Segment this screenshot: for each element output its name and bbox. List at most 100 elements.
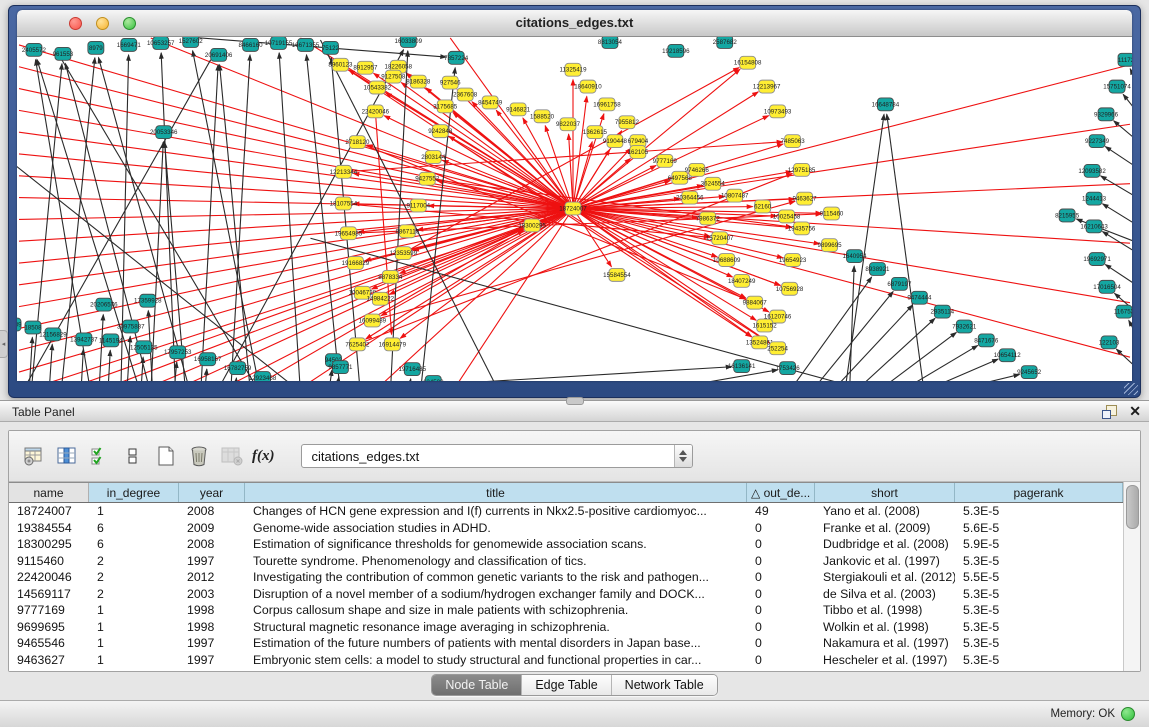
- window-resize-grip[interactable]: [1124, 383, 1138, 395]
- table-cell[interactable]: Genome-wide association studies in ADHD.: [245, 520, 747, 537]
- graph-node[interactable]: 15751074: [1103, 80, 1131, 93]
- table-cell[interactable]: 0: [747, 520, 815, 537]
- table-cell[interactable]: 5.6E-5: [955, 520, 1123, 537]
- graph-node[interactable]: 1753426: [776, 362, 801, 375]
- graph-edge[interactable]: [353, 173, 573, 208]
- graph-edge[interactable]: [279, 53, 300, 381]
- graph-node[interactable]: 2803144: [421, 151, 446, 164]
- graph-edge[interactable]: [408, 379, 410, 381]
- table-row[interactable]: 977716911998Corpus callosum shape and si…: [9, 602, 1123, 619]
- table-cell[interactable]: 9463627: [9, 652, 89, 669]
- graph-node[interactable]: 16961758: [593, 98, 621, 111]
- graph-node[interactable]: 16648784: [872, 98, 900, 111]
- graph-node[interactable]: 9227349: [1085, 135, 1110, 148]
- graph-node[interactable]: 116753: [1114, 305, 1132, 318]
- graph-node[interactable]: 7857224: [444, 51, 469, 64]
- graph-node[interactable]: 8979: [88, 41, 104, 54]
- graph-edge[interactable]: [896, 345, 977, 381]
- table-cell[interactable]: Changes of HCN gene expression and I(f) …: [245, 503, 747, 520]
- table-cell[interactable]: 9465546: [9, 635, 89, 652]
- window-titlebar[interactable]: citations_edges.txt: [17, 10, 1132, 37]
- table-cell[interactable]: 5.3E-5: [955, 503, 1123, 520]
- table-cell[interactable]: 9699695: [9, 619, 89, 636]
- table-cell[interactable]: de Silva et al. (2003): [815, 586, 955, 603]
- table-cell[interactable]: 22420046: [9, 569, 89, 586]
- graph-edge[interactable]: [1105, 147, 1132, 169]
- graph-edge[interactable]: [1123, 94, 1132, 114]
- graph-node[interactable]: 17016504: [1093, 280, 1121, 293]
- graph-edge[interactable]: [328, 370, 332, 381]
- graph-node[interactable]: 62160: [754, 200, 772, 213]
- tab-node-table[interactable]: Node Table: [432, 675, 522, 695]
- column-header-title[interactable]: title: [245, 483, 747, 502]
- graph-node[interactable]: 18640910: [574, 80, 602, 93]
- table-cell[interactable]: Stergiakouli et al. (2012): [815, 569, 955, 586]
- table-cell[interactable]: 1: [89, 652, 179, 669]
- graph-node[interactable]: 9463627: [793, 192, 818, 205]
- graph-edge[interactable]: [874, 332, 956, 381]
- graph-node[interactable]: 20364456: [676, 191, 704, 204]
- graph-node[interactable]: 12093582: [1078, 164, 1106, 177]
- table-cell[interactable]: 6: [89, 536, 179, 553]
- table-cell[interactable]: 1: [89, 635, 179, 652]
- table-cell[interactable]: 5.9E-5: [955, 536, 1123, 553]
- table-cell[interactable]: Corpus callosum shape and size in male p…: [245, 602, 747, 619]
- graph-node[interactable]: 7485063: [781, 135, 806, 148]
- table-cell[interactable]: 1997: [179, 635, 245, 652]
- graph-node[interactable]: 16914479: [379, 338, 407, 351]
- column-header-pagerank[interactable]: pagerank: [955, 483, 1123, 502]
- table-row[interactable]: 946362711997Embryonic stem cells: a mode…: [9, 652, 1123, 669]
- graph-node[interactable]: 12213967: [753, 80, 781, 93]
- graph-node[interactable]: 1527602: [179, 37, 204, 47]
- graph-node[interactable]: 9822037: [556, 118, 581, 131]
- graph-node[interactable]: 8813054: [598, 37, 623, 48]
- graph-node[interactable]: 19166829: [342, 257, 370, 270]
- table-cell[interactable]: 5.3E-5: [955, 652, 1123, 669]
- column-header-out-degree[interactable]: △ out_de...: [747, 483, 815, 502]
- graph-node[interactable]: 1669471: [117, 38, 142, 51]
- table-cell[interactable]: 0: [747, 569, 815, 586]
- graph-node[interactable]: 75122: [322, 41, 340, 54]
- table-cell[interactable]: Disruption of a novel member of a sodium…: [245, 586, 747, 603]
- graph-edge[interactable]: [343, 142, 782, 172]
- graph-node[interactable]: 8215955: [1055, 209, 1080, 222]
- delete-rows-icon[interactable]: [186, 443, 212, 469]
- graph-node[interactable]: 16671355: [292, 38, 320, 51]
- table-cell[interactable]: 0: [747, 553, 815, 570]
- graph-node[interactable]: 6879197: [887, 277, 912, 290]
- graph-node[interactable]: 1244413: [1082, 192, 1107, 205]
- table-cell[interactable]: 5.3E-5: [955, 553, 1123, 570]
- table-cell[interactable]: 1: [89, 619, 179, 636]
- table-cell[interactable]: 1997: [179, 553, 245, 570]
- graph-node[interactable]: 2405572: [22, 43, 47, 56]
- table-row[interactable]: 1456911722003Disruption of a novel membe…: [9, 586, 1123, 603]
- graph-edge[interactable]: [205, 369, 207, 381]
- table-row[interactable]: 1872400712008Changes of HCN gene express…: [9, 503, 1123, 520]
- table-cell[interactable]: Structural magnetic resonance image aver…: [245, 619, 747, 636]
- graph-edge[interactable]: [201, 65, 218, 381]
- graph-edge[interactable]: [19, 209, 573, 373]
- table-cell[interactable]: 0: [747, 602, 815, 619]
- graph-node[interactable]: 10719155: [265, 37, 293, 49]
- show-column-icon[interactable]: [54, 443, 80, 469]
- close-panel-icon[interactable]: ✕: [1129, 403, 1141, 420]
- table-row[interactable]: 1938455462009Genome-wide association stu…: [9, 520, 1123, 537]
- column-header-in_degree[interactable]: in_degree: [89, 483, 179, 502]
- graph-edge[interactable]: [939, 374, 1019, 381]
- table-cell[interactable]: 2003: [179, 586, 245, 603]
- table-cell[interactable]: 49: [747, 503, 815, 520]
- table-cell[interactable]: 0: [747, 536, 815, 553]
- graph-node[interactable]: 122103: [1099, 336, 1120, 349]
- graph-node[interactable]: 16958167: [194, 353, 222, 366]
- table-cell[interactable]: 1998: [179, 619, 245, 636]
- graph-node[interactable]: 19692971: [1083, 253, 1111, 266]
- graph-node[interactable]: 19218596: [662, 44, 690, 57]
- table-cell[interactable]: 5.3E-5: [955, 635, 1123, 652]
- graph-edge[interactable]: [19, 132, 573, 208]
- graph-edge[interactable]: [108, 350, 110, 381]
- table-cell[interactable]: 2: [89, 586, 179, 603]
- graph-node[interactable]: 20691406: [205, 48, 233, 61]
- table-cell[interactable]: 1998: [179, 602, 245, 619]
- graph-node[interactable]: 15584554: [603, 268, 631, 281]
- graph-node[interactable]: 9146821: [506, 103, 531, 116]
